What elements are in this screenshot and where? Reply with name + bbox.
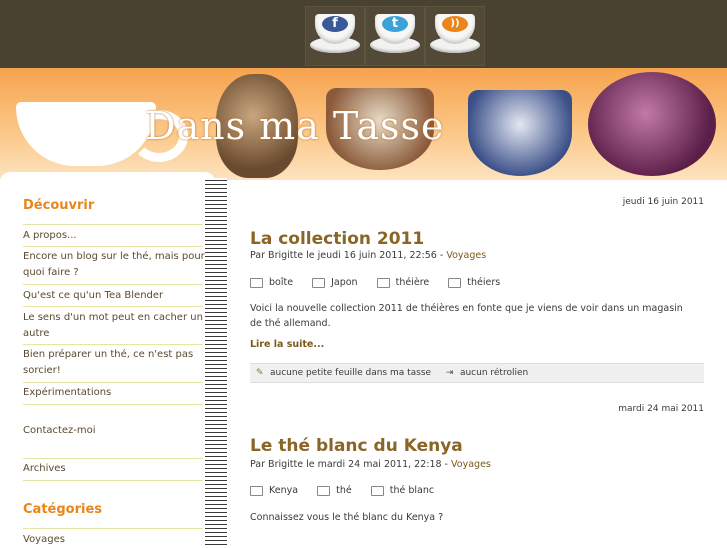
- divider: [23, 404, 203, 405]
- tag-icon: [250, 485, 263, 496]
- top-bar: f t )): [0, 0, 727, 68]
- tag-item[interactable]: thé blanc: [370, 485, 435, 496]
- tag-label: Kenya: [269, 485, 299, 496]
- category-link[interactable]: Voyages: [446, 250, 486, 261]
- read-more-link[interactable]: Lire la suite...: [250, 339, 324, 350]
- tag-label: Japon: [331, 277, 358, 288]
- sidebar-link-about[interactable]: A propos...: [23, 228, 206, 244]
- byline-text: Par Brigitte le mardi 24 mai 2011, 22:18…: [250, 459, 452, 470]
- comments-link[interactable]: aucune petite feuille dans ma tasse: [270, 364, 431, 382]
- divider: [23, 480, 203, 481]
- post-title[interactable]: La collection 2011: [250, 229, 424, 249]
- sidebar-link-why-blog[interactable]: Encore un blog sur le thé, mais pour quo…: [23, 249, 206, 281]
- post-byline: Par Brigitte le jeudi 16 juin 2011, 22:5…: [250, 250, 486, 261]
- tag-label: boîte: [269, 277, 294, 288]
- leaf-icon: ✎: [256, 368, 264, 378]
- divider: [23, 246, 203, 247]
- tag-item[interactable]: théière: [376, 277, 430, 288]
- divider: [23, 344, 203, 345]
- sidebar-link-contact[interactable]: Contactez-moi: [23, 423, 206, 439]
- purple-teapot-image: [588, 72, 716, 176]
- spiral-binding: [205, 178, 227, 545]
- divider: [23, 458, 203, 459]
- category-link[interactable]: Voyages: [451, 459, 491, 470]
- tag-icon: [317, 485, 331, 496]
- tag-icon: [370, 485, 384, 496]
- categories-heading: Catégories: [23, 502, 103, 517]
- divider: [23, 306, 203, 307]
- divider: [23, 224, 203, 225]
- site-title[interactable]: Dans ma Tasse: [145, 104, 444, 148]
- tag-item[interactable]: Japon: [312, 277, 358, 288]
- sidebar-link-archives[interactable]: Archives: [23, 461, 206, 477]
- post-byline: Par Brigitte le mardi 24 mai 2011, 22:18…: [250, 459, 491, 470]
- sidebar-link-experiments[interactable]: Expérimentations: [23, 385, 206, 401]
- tag-icon: [312, 277, 326, 288]
- sidebar-link-word-meaning[interactable]: Le sens d'un mot peut en cacher un autre: [23, 310, 206, 342]
- sidebar-link-tea-blender[interactable]: Qu'est ce qu'un Tea Blender: [23, 288, 206, 304]
- tag-icon: [376, 277, 390, 288]
- discover-heading: Découvrir: [23, 198, 95, 213]
- tag-list: boîte Japon théière théiers: [250, 277, 516, 288]
- tag-item[interactable]: théiers: [448, 277, 500, 288]
- tag-list: Kenya thé thé blanc: [250, 485, 450, 496]
- divider: [23, 284, 203, 285]
- tag-label: théiers: [467, 277, 501, 288]
- tag-item[interactable]: thé: [317, 485, 352, 496]
- rss-icon: )): [442, 16, 468, 32]
- tag-label: théière: [395, 277, 430, 288]
- tag-item[interactable]: Kenya: [250, 485, 298, 496]
- tag-icon: [448, 277, 462, 288]
- post-date: mardi 24 mai 2011: [618, 404, 704, 414]
- byline-text: Par Brigitte le jeudi 16 juin 2011, 22:5…: [250, 250, 447, 261]
- post-title[interactable]: Le thé blanc du Kenya: [250, 436, 463, 456]
- sidebar-link-prepare-tea[interactable]: Bien préparer un thé, ce n'est pas sorci…: [23, 347, 206, 379]
- twitter-button[interactable]: t: [365, 6, 425, 66]
- post-date: jeudi 16 juin 2011: [622, 197, 704, 207]
- tag-icon: [250, 277, 263, 288]
- sidebar-category-voyages[interactable]: Voyages: [23, 532, 206, 548]
- tag-item[interactable]: boîte: [250, 277, 293, 288]
- post-excerpt: Voici la nouvelle collection 2011 de thé…: [250, 303, 683, 329]
- tag-label: thé: [336, 485, 352, 496]
- divider: [23, 382, 203, 383]
- twitter-icon: t: [382, 16, 408, 32]
- trackback-icon: ⇥: [445, 368, 454, 378]
- rss-button[interactable]: )): [425, 6, 485, 66]
- facebook-icon: f: [322, 16, 348, 32]
- header-banner: Dans ma Tasse: [0, 68, 727, 180]
- facebook-button[interactable]: f: [305, 6, 365, 66]
- trackbacks-link[interactable]: aucun rétrolien: [460, 364, 528, 382]
- post-footer: ✎ aucune petite feuille dans ma tasse ⇥ au…: [250, 363, 704, 383]
- divider: [23, 528, 203, 529]
- post-excerpt: Connaissez vous le thé blanc du Kenya ?: [250, 512, 444, 523]
- tag-label: thé blanc: [389, 485, 435, 496]
- blue-teacup-image: [468, 90, 572, 176]
